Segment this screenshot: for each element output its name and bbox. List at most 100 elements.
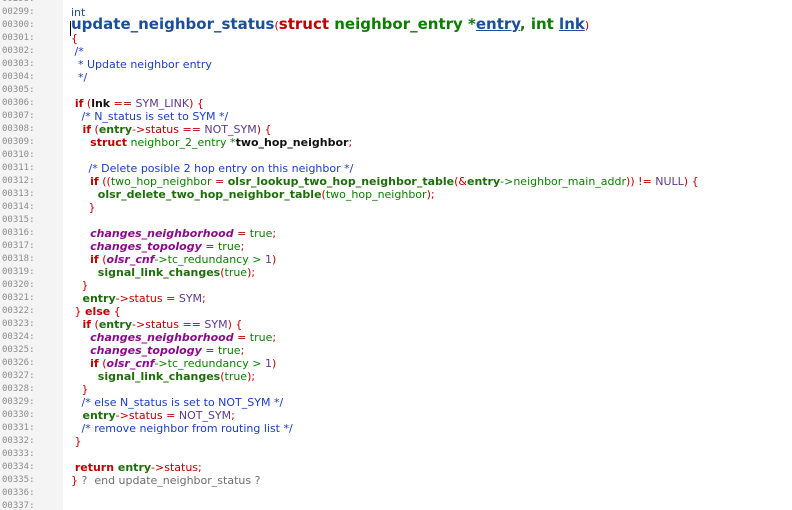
code-token: SYM_LINK bbox=[135, 97, 190, 110]
code-line: 00306: if (lnk == SYM_LINK) { bbox=[0, 97, 792, 110]
code-token: SYM bbox=[204, 318, 228, 331]
code-line: 00320: } bbox=[0, 279, 792, 292]
line-number: 00303: bbox=[0, 58, 63, 71]
code-token: true bbox=[217, 344, 241, 357]
code-token: ->status = bbox=[115, 292, 179, 305]
code-token: ->status == bbox=[132, 123, 205, 136]
code-token: */ bbox=[71, 71, 88, 84]
code-token: /* else N_status is set to NOT_SYM */ bbox=[71, 396, 284, 409]
code-token: ( bbox=[91, 318, 99, 331]
code-token: changes_neighborhood bbox=[71, 227, 234, 240]
line-number: 00299: bbox=[0, 6, 63, 19]
code-token: /* Delete posible 2 hop entry on this ne… bbox=[71, 162, 354, 175]
code-token: ); bbox=[247, 266, 256, 279]
code-token: )) != bbox=[626, 175, 656, 188]
code-token: ; bbox=[202, 292, 206, 305]
code-text: { bbox=[71, 32, 78, 45]
code-token: ->status; bbox=[151, 461, 202, 474]
code-token: (& bbox=[454, 175, 467, 188]
code-token: = bbox=[233, 227, 250, 240]
code-text: if (lnk == SYM_LINK) { bbox=[71, 97, 204, 110]
code-line: 00311: /* Delete posible 2 hop entry on … bbox=[0, 162, 792, 175]
code-token: true bbox=[224, 266, 248, 279]
code-token: ( bbox=[98, 253, 107, 266]
code-token: (( bbox=[98, 175, 111, 188]
line-number: 00312: bbox=[0, 175, 63, 188]
code-token: if bbox=[71, 97, 84, 110]
code-link[interactable]: lnk bbox=[559, 15, 585, 33]
line-number: 00337: bbox=[0, 500, 63, 510]
line-number: 00317: bbox=[0, 240, 63, 253]
code-token: two_hop_neighbor bbox=[110, 175, 212, 188]
code-text: olsr_delete_two_hop_neighbor_table(two_h… bbox=[71, 188, 435, 201]
code-link[interactable]: update_neighbor_status bbox=[71, 15, 274, 33]
code-text: changes_neighborhood = true; bbox=[71, 331, 276, 344]
code-text: changes_topology = true; bbox=[71, 344, 244, 357]
line-number: 00314: bbox=[0, 201, 63, 214]
code-token: ; bbox=[240, 240, 245, 253]
code-token: olsr_lookup_two_hop_neighbor_table bbox=[227, 175, 455, 188]
code-token: ; bbox=[231, 409, 235, 422]
line-number: 00335: bbox=[0, 474, 63, 487]
code-token: } bbox=[71, 305, 85, 318]
code-line: 00318: if (olsr_cnf->tc_redundancy > 1) bbox=[0, 253, 792, 266]
code-text: changes_neighborhood = true; bbox=[71, 227, 276, 240]
code-token: 1 bbox=[264, 253, 272, 266]
code-token: = bbox=[201, 344, 218, 357]
code-token: } bbox=[71, 474, 82, 487]
code-text: } bbox=[71, 279, 88, 292]
code-token: lnk bbox=[91, 97, 111, 110]
code-line: 00326: if (olsr_cnf->tc_redundancy > 1) bbox=[0, 357, 792, 370]
code-line: 00317: changes_topology = true; bbox=[0, 240, 792, 253]
code-token: if bbox=[71, 357, 99, 370]
code-token: olsr_cnf bbox=[106, 357, 155, 370]
code-token: /* N_status is set to SYM */ bbox=[71, 110, 229, 123]
code-token: ; bbox=[272, 227, 277, 240]
line-number: 00307: bbox=[0, 110, 63, 123]
code-token: ->neighbor_main_addr bbox=[500, 175, 627, 188]
line-number: 00319: bbox=[0, 266, 63, 279]
code-token: return bbox=[71, 461, 115, 474]
code-token: neighbor_2_entry * bbox=[127, 136, 236, 149]
code-token: } bbox=[71, 201, 96, 214]
code-token: ->status = bbox=[115, 409, 179, 422]
line-number: 00316: bbox=[0, 227, 63, 240]
code-token: olsr_delete_two_hop_neighbor_table bbox=[71, 188, 322, 201]
code-token: ) bbox=[271, 253, 277, 266]
code-token: ) bbox=[271, 357, 277, 370]
code-text: } bbox=[71, 201, 95, 214]
code-token: } bbox=[71, 383, 89, 396]
code-line: 00315: bbox=[0, 214, 792, 227]
line-number: 00309: bbox=[0, 136, 63, 149]
code-link[interactable]: entry bbox=[476, 15, 520, 33]
code-text: /* bbox=[71, 45, 83, 58]
code-viewer[interactable]: 00298:00299:int00300:update_neighbor_sta… bbox=[0, 0, 792, 510]
code-line: 00327: signal_link_changes(true); bbox=[0, 370, 792, 383]
code-line: 00305: bbox=[0, 84, 792, 97]
code-token: if bbox=[71, 253, 99, 266]
code-text: /* N_status is set to SYM */ bbox=[71, 110, 228, 123]
line-number: 00323: bbox=[0, 318, 63, 331]
code-line: 00307: /* N_status is set to SYM */ bbox=[0, 110, 792, 123]
code-text: if (entry->status == SYM) { bbox=[71, 318, 242, 331]
code-token: ->tc_redundancy > bbox=[154, 357, 265, 370]
line-number: 00302: bbox=[0, 45, 63, 58]
code-line: 00337: bbox=[0, 500, 792, 510]
code-line: 00325: changes_topology = true; bbox=[0, 344, 792, 357]
code-token: { bbox=[71, 32, 78, 45]
code-text: entry->status = NOT_SYM; bbox=[71, 409, 235, 422]
code-token: true bbox=[249, 331, 273, 344]
code-token: { bbox=[110, 305, 121, 318]
line-number: 00308: bbox=[0, 123, 63, 136]
code-text: /* else N_status is set to NOT_SYM */ bbox=[71, 396, 283, 409]
code-token: , int bbox=[519, 15, 560, 33]
code-text: if (olsr_cnf->tc_redundancy > 1) bbox=[71, 357, 276, 370]
code-line: 00312: if ((two_hop_neighbor = olsr_look… bbox=[0, 175, 792, 188]
code-token: two_hop_neighbor bbox=[235, 136, 349, 149]
code-token: neighbor_entry * bbox=[329, 15, 476, 33]
code-token: ( bbox=[98, 357, 107, 370]
code-token: /* remove neighbor from routing list */ bbox=[71, 422, 293, 435]
code-token: if bbox=[71, 175, 99, 188]
line-number: 00300: bbox=[0, 19, 63, 32]
code-token: entry bbox=[98, 123, 132, 136]
